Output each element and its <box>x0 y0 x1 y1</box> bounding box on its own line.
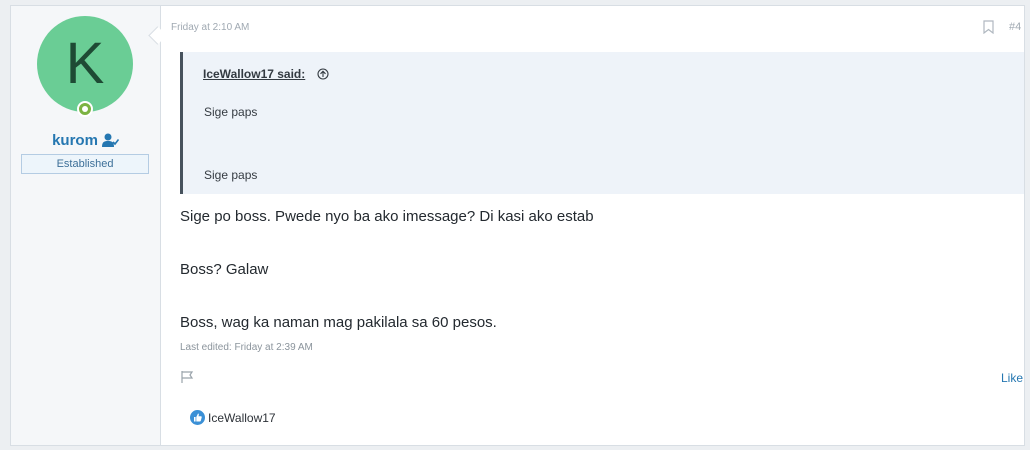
user-title-badge: Established <box>21 154 149 174</box>
quote-text-line: Sige paps <box>204 105 258 119</box>
reaction-user-names[interactable]: IceWallow17 <box>208 411 276 425</box>
message-text-line: Sige po boss. Pwede nyo ba ako imessage?… <box>180 208 594 225</box>
message-text-line: Boss? Galaw <box>180 261 269 278</box>
avatar-letter: K <box>65 31 105 96</box>
username-row: kurom <box>11 132 160 152</box>
message-text-line: Boss, wag ka naman mag pakilala sa 60 pe… <box>180 314 497 331</box>
message-user-cell: K kurom Established <box>11 6 161 445</box>
user-check-icon <box>101 133 120 152</box>
like-icon <box>190 410 205 428</box>
username-link[interactable]: kurom <box>52 132 98 149</box>
reactions-bar[interactable]: IceWallow17 <box>190 410 276 428</box>
message-post: K kurom Established Friday at 2:10 AM #4… <box>10 5 1025 446</box>
last-edited-note: Last edited: Friday at 2:39 AM <box>180 342 313 353</box>
post-date-link[interactable]: Friday at 2:10 AM <box>171 22 249 33</box>
quote-text-line: Sige paps <box>204 168 258 182</box>
online-status-icon <box>77 101 93 117</box>
avatar[interactable]: K <box>37 16 133 112</box>
like-button[interactable]: Like <box>1001 371 1023 385</box>
quote-block: IceWallow17 said: Sige paps Sige paps <box>180 52 1024 194</box>
flag-icon[interactable] <box>180 370 194 389</box>
bookmark-icon[interactable] <box>983 20 994 39</box>
arrow-up-circle-icon[interactable] <box>317 67 329 85</box>
quote-attribution-link[interactable]: IceWallow17 said: <box>203 67 305 81</box>
message-main-cell: Friday at 2:10 AM #4 IceWallow17 said: S… <box>171 6 1024 445</box>
post-number-link[interactable]: #4 <box>1009 21 1021 33</box>
